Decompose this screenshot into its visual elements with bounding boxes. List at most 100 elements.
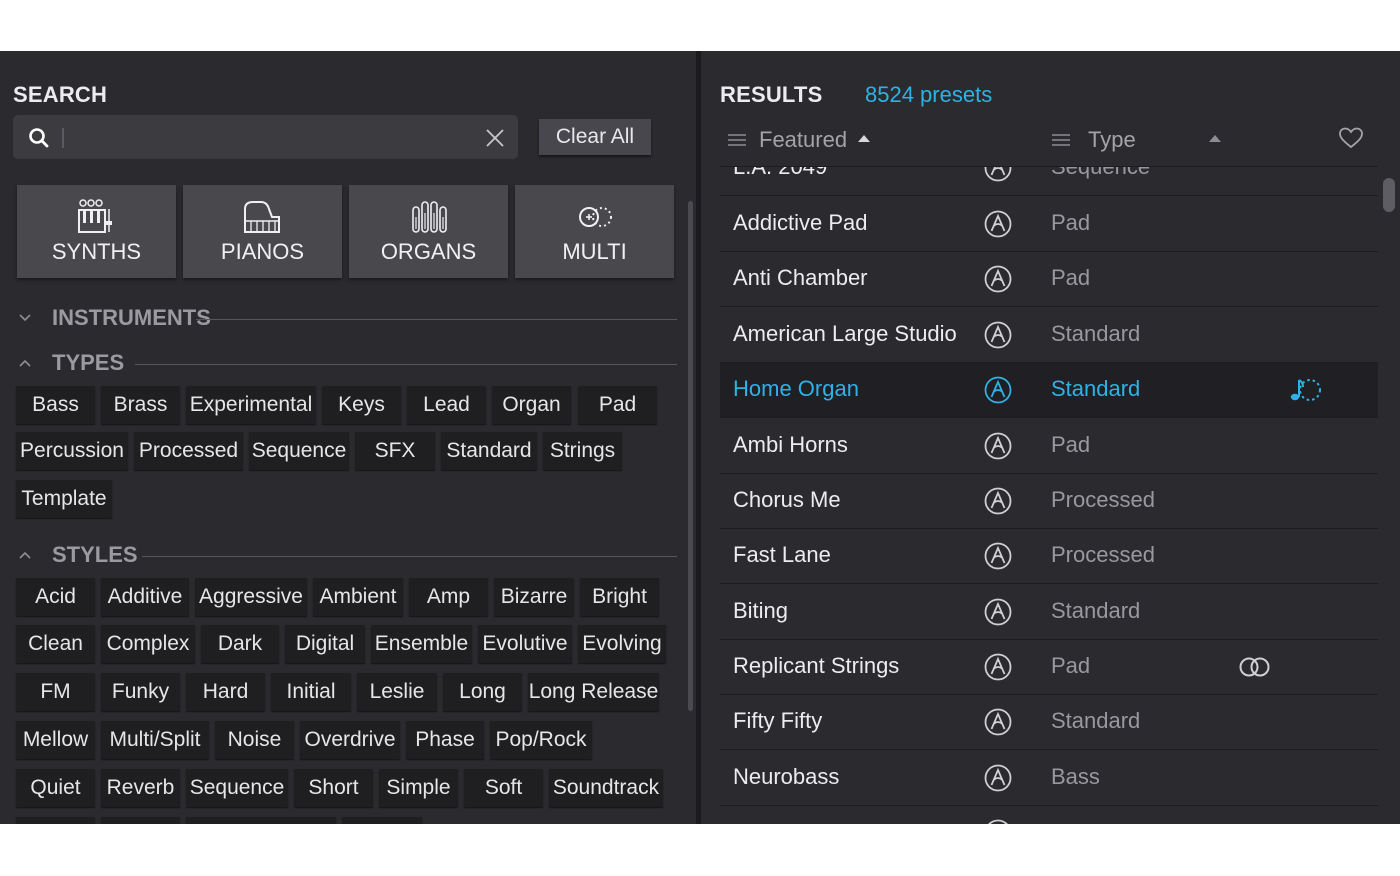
type-tag[interactable]: Lead <box>407 386 486 424</box>
types-header[interactable]: TYPES <box>18 350 678 380</box>
style-tag[interactable]: Short <box>294 769 373 807</box>
results-title: RESULTS <box>720 82 823 107</box>
style-tag[interactable]: Amp <box>409 578 488 616</box>
result-row[interactable]: Anti Chamber Pad <box>720 252 1378 307</box>
style-tag[interactable]: Leslie <box>357 673 437 711</box>
arturia-logo-icon <box>984 708 1012 736</box>
result-row-selected[interactable]: Home Organ Standard <box>720 363 1378 418</box>
category-label: ORGANS <box>380 239 477 264</box>
type-tag[interactable]: Experimental <box>186 386 316 424</box>
style-tag[interactable]: Clean <box>16 625 95 663</box>
style-tag-cut[interactable] <box>101 817 180 824</box>
style-tag[interactable]: Noise <box>215 721 294 759</box>
result-row[interactable]: Biting Standard <box>720 585 1378 640</box>
style-tag[interactable]: Mellow <box>16 721 95 759</box>
type-column-header[interactable]: Type <box>1088 127 1136 153</box>
featured-column-header[interactable]: Featured <box>759 127 847 153</box>
type-tag[interactable]: Brass <box>101 386 180 424</box>
clear-all-button[interactable]: Clear All <box>539 119 651 155</box>
type-tag[interactable]: Percussion <box>16 432 128 470</box>
preset-type: Standard <box>1051 376 1141 401</box>
style-tag[interactable]: Overdrive <box>300 721 400 759</box>
style-tag[interactable]: Acid <box>16 578 95 616</box>
result-row[interactable]: Chorus Me Processed <box>720 474 1378 529</box>
style-tag[interactable]: FM <box>16 673 95 711</box>
style-tag[interactable]: Pop/Rock <box>490 721 592 759</box>
category-multi[interactable]: MULTI <box>515 185 674 278</box>
type-tag[interactable]: Standard <box>441 432 537 470</box>
style-tag[interactable]: Phase <box>406 721 484 759</box>
style-tag[interactable]: Long <box>443 673 522 711</box>
preset-type: Standard <box>1051 598 1141 623</box>
sort-up-icon[interactable] <box>858 135 870 143</box>
style-tag[interactable]: Additive <box>101 578 189 616</box>
type-tag[interactable]: Template <box>16 480 112 518</box>
type-tag[interactable]: Strings <box>543 432 622 470</box>
style-tag[interactable]: Initial <box>271 673 351 711</box>
type-tag[interactable]: Sequence <box>249 432 349 470</box>
search-input[interactable] <box>70 119 474 157</box>
style-tag[interactable]: Soundtrack <box>549 769 663 807</box>
preset-name: Addictive Pad <box>733 210 868 235</box>
result-row[interactable]: American Large Studio Standard <box>720 308 1378 363</box>
menu-icon[interactable] <box>1052 133 1070 147</box>
style-tag[interactable]: Hard <box>186 673 265 711</box>
style-tag[interactable]: Ambient <box>313 578 403 616</box>
type-tag[interactable]: SFX <box>355 432 435 470</box>
style-tag[interactable]: Digital <box>285 625 365 663</box>
result-row[interactable]: Fifty Fifty Standard <box>720 695 1378 750</box>
styles-header[interactable]: STYLES <box>18 542 678 572</box>
result-row[interactable]: Fast Lane Processed <box>720 529 1378 584</box>
result-row[interactable]: Addictive Pad Pad <box>720 197 1378 252</box>
result-row[interactable]: Replicant Strings Pad <box>720 640 1378 695</box>
preset-name: Neurobass <box>733 764 840 789</box>
style-tag[interactable]: Complex <box>101 625 195 663</box>
type-tag[interactable]: Bass <box>16 386 95 424</box>
style-tag[interactable]: Ensemble <box>371 625 472 663</box>
category-organs[interactable]: ORGANS <box>349 185 508 278</box>
style-tag[interactable]: Evolutive <box>478 625 572 663</box>
result-row[interactable]: Ambi Horns Pad <box>720 419 1378 474</box>
style-tag[interactable]: Bright <box>580 578 659 616</box>
pianos-icon <box>244 201 280 233</box>
style-tag[interactable]: Simple <box>379 769 458 807</box>
type-tag[interactable]: Organ <box>492 386 571 424</box>
preset-type: Pad <box>1051 210 1091 235</box>
type-tag[interactable]: Keys <box>322 386 401 424</box>
style-tag[interactable]: Sequence <box>186 769 288 807</box>
midi-note-icon[interactable] <box>1289 375 1323 405</box>
search-scrollbar[interactable] <box>688 201 693 711</box>
style-tag[interactable]: Dark <box>201 625 279 663</box>
type-tag[interactable]: Pad <box>578 386 657 424</box>
style-tag-cut[interactable] <box>186 817 336 824</box>
category-pianos[interactable]: PIANOS <box>183 185 342 278</box>
arturia-logo-icon <box>984 432 1012 460</box>
preset-type: Standard <box>1051 321 1141 346</box>
sort-up-icon[interactable] <box>1209 135 1221 143</box>
result-row[interactable]: Neurobass Bass <box>720 751 1378 806</box>
style-tag[interactable]: Soft <box>464 769 543 807</box>
style-tag[interactable]: Evolving <box>578 625 666 663</box>
type-tag[interactable]: Processed <box>134 432 243 470</box>
results-list: L.A. 2049 Sequence Addictive Pad Pad Ant… <box>720 167 1378 824</box>
style-tag[interactable]: Bizarre <box>494 578 574 616</box>
style-tag[interactable]: Aggressive <box>195 578 307 616</box>
arturia-logo-icon <box>988 819 1008 824</box>
chevron-up-icon <box>19 551 31 559</box>
style-tag[interactable]: Reverb <box>101 769 180 807</box>
style-tag-cut[interactable] <box>16 817 95 824</box>
menu-icon[interactable] <box>728 133 746 147</box>
link-rings-icon[interactable] <box>1238 656 1272 678</box>
style-tag-cut[interactable] <box>342 817 422 824</box>
results-scrollbar[interactable] <box>1383 178 1395 212</box>
result-row-cut[interactable] <box>720 806 1378 824</box>
style-tag[interactable]: Quiet <box>16 769 95 807</box>
clear-icon[interactable] <box>483 126 507 150</box>
result-row[interactable]: L.A. 2049 Sequence <box>720 167 1378 196</box>
style-tag[interactable]: Long Release <box>528 673 659 711</box>
category-synths[interactable]: SYNTHS <box>17 185 176 278</box>
style-tag[interactable]: Funky <box>101 673 180 711</box>
style-tag[interactable]: Multi/Split <box>101 721 209 759</box>
instruments-header[interactable]: INSTRUMENTS <box>18 305 678 335</box>
heart-icon[interactable] <box>1338 126 1364 150</box>
